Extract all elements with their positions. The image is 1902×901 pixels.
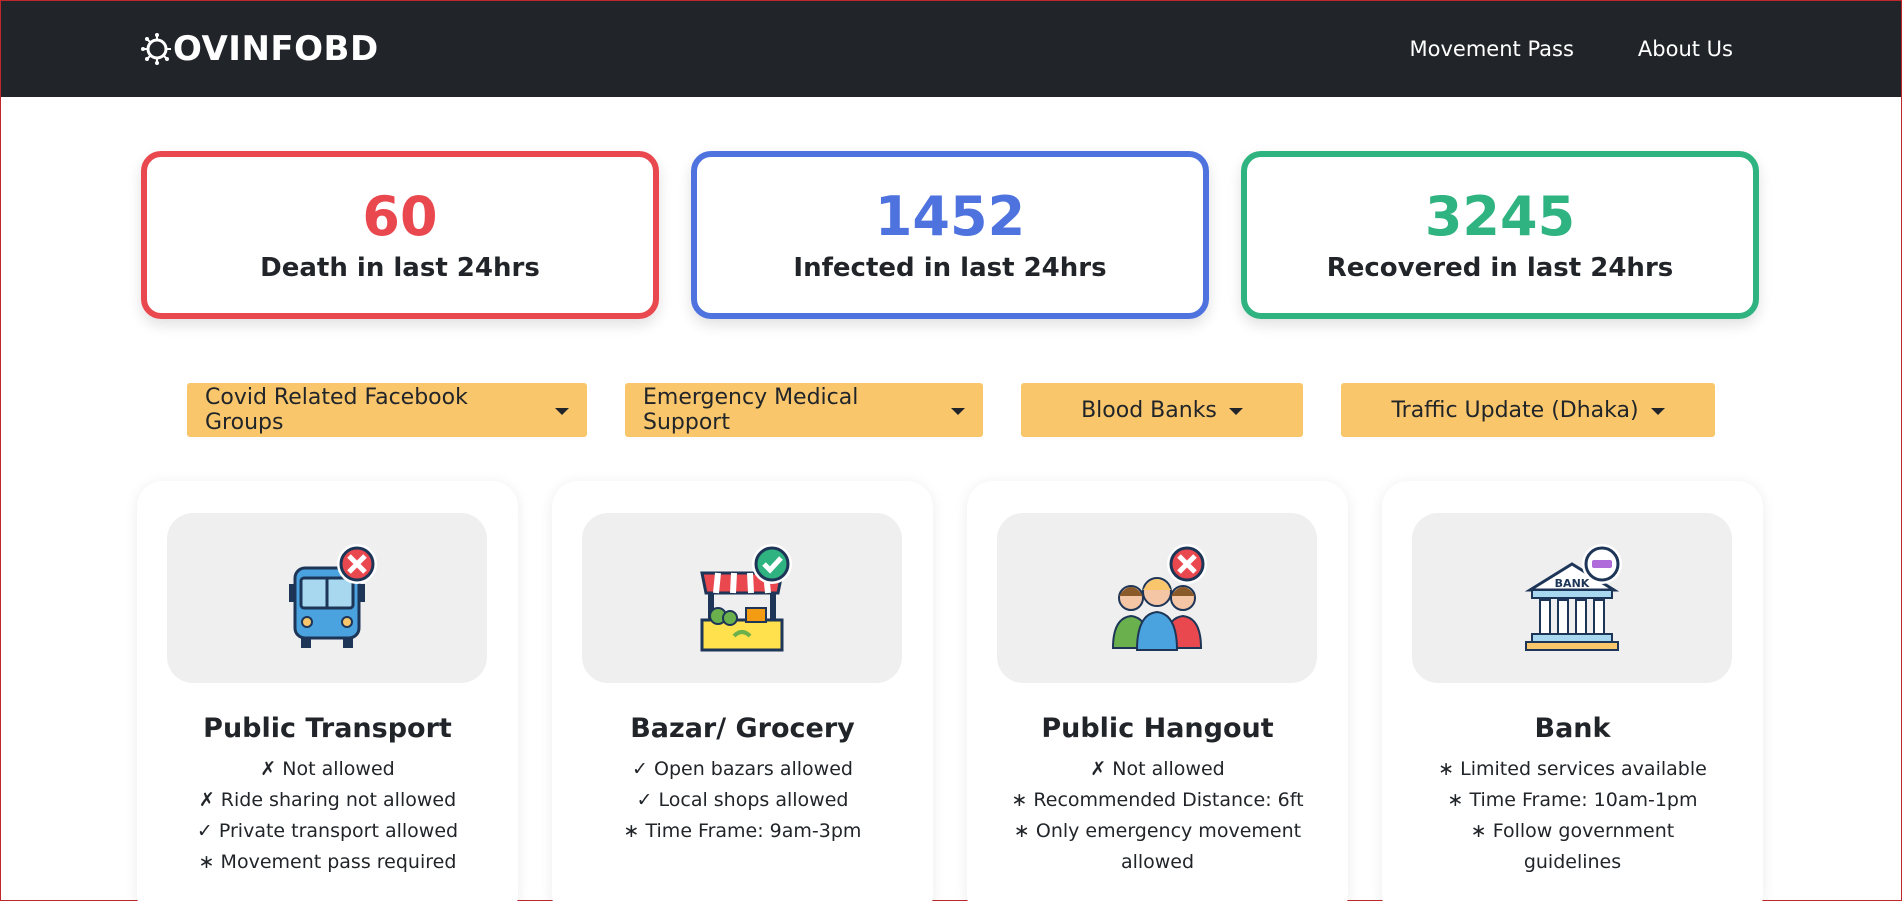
top-navbar: OVINFOBD Movement Pass About Us [1, 1, 1901, 97]
card-rules: ∗ Limited services available ∗ Time Fram… [1412, 754, 1733, 878]
stats-row: 60 Death in last 24hrs 1452 Infected in … [1, 97, 1901, 319]
rule-line: ∗ Recommended Distance: 6ft [1011, 789, 1304, 811]
rule-line: ✗ Not allowed [260, 758, 395, 780]
rule-line: ✓ Private transport allowed [196, 820, 459, 842]
stat-label: Death in last 24hrs [260, 252, 540, 283]
stat-card-death: 60 Death in last 24hrs [141, 151, 659, 319]
people-group-icon [1111, 544, 1207, 651]
caret-down-icon [951, 407, 965, 415]
nav-link-movement-pass[interactable]: Movement Pass [1410, 37, 1574, 61]
rule-line: guidelines [1523, 851, 1622, 873]
rule-line: ∗ Movement pass required [198, 851, 457, 873]
dropdown-traffic-update[interactable]: Traffic Update (Dhaka) [1341, 383, 1715, 437]
stat-card-infected: 1452 Infected in last 24hrs [691, 151, 1209, 319]
virus-icon [141, 33, 171, 65]
market-stall-icon [700, 544, 792, 652]
rule-line: ∗ Follow government [1470, 820, 1675, 842]
stat-label: Infected in last 24hrs [793, 252, 1107, 283]
dropdown-medical-support[interactable]: Emergency Medical Support [625, 383, 983, 437]
nav-link-about-us[interactable]: About Us [1638, 37, 1733, 61]
rule-line: allowed [1120, 851, 1195, 873]
stat-value: 3245 [1424, 185, 1576, 249]
card-image [582, 513, 902, 683]
caret-down-icon [1228, 407, 1243, 415]
card-image [997, 513, 1317, 683]
caret-down-icon [555, 407, 569, 415]
card-title: Bank [1534, 713, 1611, 744]
bank-icon: BANK [1524, 544, 1622, 651]
dropdown-facebook-groups[interactable]: Covid Related Facebook Groups [187, 383, 587, 437]
svg-text:BANK: BANK [1555, 577, 1590, 590]
brand-name: OVINFOBD [173, 29, 379, 69]
dropdown-label: Blood Banks [1081, 397, 1217, 423]
caret-down-icon [1650, 407, 1665, 415]
rule-line: ∗ Only emergency movement [1013, 820, 1302, 842]
card-title: Bazar/ Grocery [630, 713, 855, 744]
rule-line: ✗ Ride sharing not allowed [198, 789, 457, 811]
info-cards: Public Transport ✗ Not allowed ✗ Ride sh… [1, 437, 1901, 901]
dropdown-label: Emergency Medical Support [643, 385, 859, 435]
rule-line: ✗ Not allowed [1090, 758, 1225, 780]
dropdown-label: Covid Related Facebook Groups [205, 385, 468, 435]
card-rules: ✗ Not allowed ✗ Ride sharing not allowed… [167, 754, 488, 878]
card-title: Public Transport [203, 713, 452, 744]
stat-label: Recovered in last 24hrs [1326, 252, 1674, 283]
rule-line: ∗ Time Frame: 9am-3pm [623, 820, 862, 842]
nav-links: Movement Pass About Us [1410, 37, 1733, 61]
card-public-transport: Public Transport ✗ Not allowed ✗ Ride sh… [137, 481, 518, 901]
rule-line: ∗ Time Frame: 10am-1pm [1447, 789, 1698, 811]
dropdown-label: Traffic Update (Dhaka) [1391, 397, 1639, 423]
card-rules: ✗ Not allowed ∗ Recommended Distance: 6f… [997, 754, 1318, 878]
card-bank: BANK Bank ∗ Limited services available ∗… [1382, 481, 1763, 901]
stat-value: 60 [362, 185, 438, 249]
stat-card-recovered: 3245 Recovered in last 24hrs [1241, 151, 1759, 319]
stat-value: 1452 [874, 185, 1026, 249]
card-title: Public Hangout [1041, 713, 1274, 744]
bus-icon [289, 544, 377, 648]
card-rules: ✓ Open bazars allowed ✓ Local shops allo… [582, 754, 903, 847]
dropdown-blood-banks[interactable]: Blood Banks [1021, 383, 1303, 437]
card-image: BANK [1412, 513, 1732, 683]
card-bazar-grocery: Bazar/ Grocery ✓ Open bazars allowed ✓ L… [552, 481, 933, 901]
rule-line: ✓ Local shops allowed [636, 789, 849, 811]
rule-line: ✓ Open bazars allowed [632, 758, 853, 780]
dropdown-row: Covid Related Facebook Groups Emergency … [1, 383, 1901, 437]
brand-logo[interactable]: OVINFOBD [141, 29, 379, 69]
rule-line: ∗ Limited services available [1438, 758, 1707, 780]
card-image [167, 513, 487, 683]
card-public-hangout: Public Hangout ✗ Not allowed ∗ Recommend… [967, 481, 1348, 901]
